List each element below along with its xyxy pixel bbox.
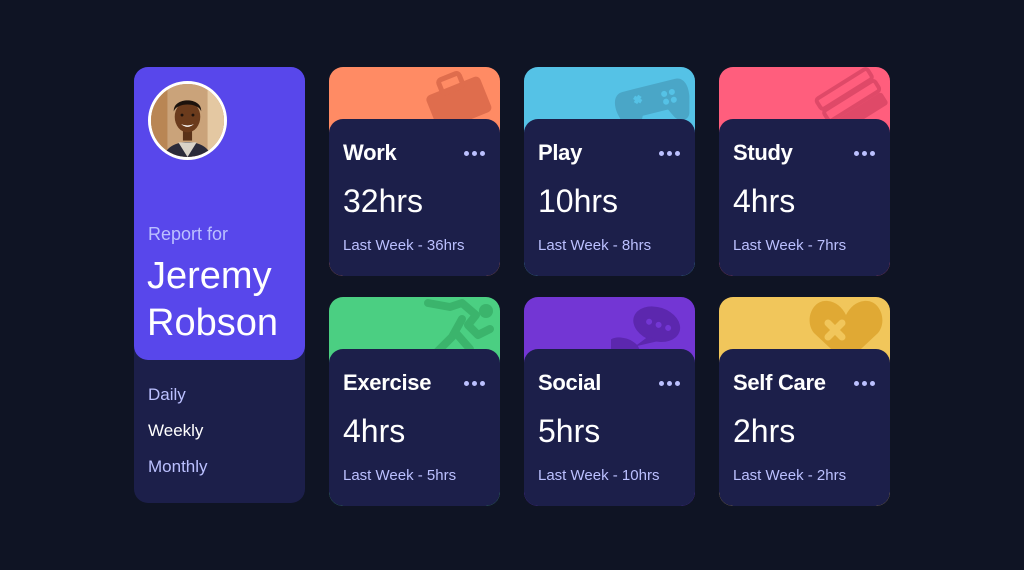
card-self-care-body: Self Care 2hrs Last Week - 2hrs <box>719 349 890 506</box>
current-hours: 4hrs <box>343 413 406 449</box>
card-work-body: Work 32hrs Last Week - 36hrs <box>329 119 500 276</box>
card-study-body: Study 4hrs Last Week - 7hrs <box>719 119 890 276</box>
current-hours: 10hrs <box>538 183 619 219</box>
more-options-icon[interactable] <box>462 146 488 160</box>
more-options-icon[interactable] <box>852 376 878 390</box>
user-name: Jeremy Robson <box>147 255 278 344</box>
period-monthly[interactable]: Monthly <box>148 455 208 491</box>
card-title: Work <box>343 140 397 165</box>
card-study: Study 4hrs Last Week - 7hrs <box>719 67 890 276</box>
profile-card: Report for Jeremy Robson Daily Weekly Mo… <box>134 67 305 503</box>
period-daily[interactable]: Daily <box>148 383 208 419</box>
card-play-body: Play 10hrs Last Week - 8hrs <box>524 119 695 276</box>
more-options-icon[interactable] <box>852 146 878 160</box>
previous-hours: Last Week - 5hrs <box>343 467 457 484</box>
previous-hours: Last Week - 8hrs <box>538 237 652 254</box>
profile-header: Report for Jeremy Robson <box>134 67 305 360</box>
current-hours: 4hrs <box>733 183 796 219</box>
card-social-body: Social 5hrs Last Week - 10hrs <box>524 349 695 506</box>
more-options-icon[interactable] <box>462 376 488 390</box>
card-exercise: Exercise 4hrs Last Week - 5hrs <box>329 297 500 506</box>
previous-hours: Last Week - 2hrs <box>733 467 847 484</box>
card-title: Play <box>538 140 583 165</box>
avatar <box>148 81 227 160</box>
card-play: Play 10hrs Last Week - 8hrs <box>524 67 695 276</box>
card-work: Work 32hrs Last Week - 36hrs <box>329 67 500 276</box>
card-title: Study <box>733 140 793 165</box>
more-options-icon[interactable] <box>657 376 683 390</box>
card-social: Social 5hrs Last Week - 10hrs <box>524 297 695 506</box>
avatar-image <box>151 84 224 157</box>
current-hours: 5hrs <box>538 413 601 449</box>
card-title: Social <box>538 370 602 395</box>
previous-hours: Last Week - 36hrs <box>343 237 465 254</box>
current-hours: 32hrs <box>343 183 424 219</box>
report-for-label: Report for <box>148 224 229 244</box>
previous-hours: Last Week - 7hrs <box>733 237 847 254</box>
more-options-icon[interactable] <box>657 146 683 160</box>
period-selector: Daily Weekly Monthly <box>148 383 208 491</box>
card-exercise-body: Exercise 4hrs Last Week - 5hrs <box>329 349 500 506</box>
time-tracking-dashboard: Report for Jeremy Robson Daily Weekly Mo… <box>134 67 890 507</box>
card-title: Self Care <box>733 370 826 395</box>
current-hours: 2hrs <box>733 413 796 449</box>
card-title: Exercise <box>343 370 432 395</box>
period-weekly[interactable]: Weekly <box>148 419 208 455</box>
previous-hours: Last Week - 10hrs <box>538 467 660 484</box>
card-self-care: Self Care 2hrs Last Week - 2hrs <box>719 297 890 506</box>
